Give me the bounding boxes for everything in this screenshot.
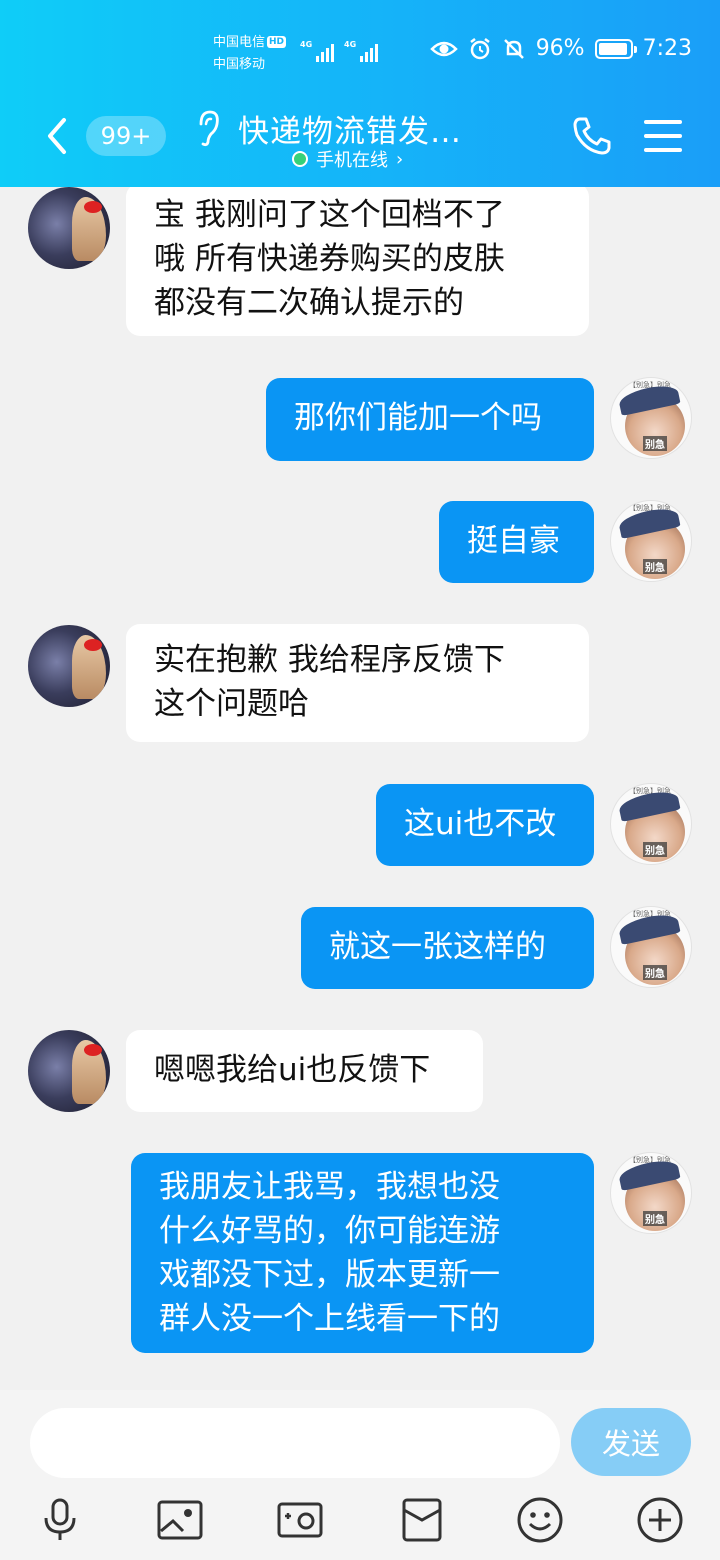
message-bubble[interactable]: 就这一张这样的 — [301, 907, 594, 989]
red-packet-icon[interactable] — [397, 1495, 447, 1545]
message-bubble[interactable]: 实在抱歉 我给程序反馈下 这个问题哈 — [126, 624, 589, 742]
chat-title[interactable]: 快递物流错发… — [238, 106, 462, 151]
avatar-stamp: 别急 — [643, 965, 667, 980]
emoji-icon[interactable] — [515, 1495, 565, 1545]
message-line: 实在抱歉 我给程序反馈下 — [154, 642, 505, 678]
my-avatar[interactable]: 【别急】别急 别急 — [610, 1152, 692, 1234]
my-avatar[interactable]: 【别急】别急 别急 — [610, 906, 692, 988]
chat-header: 中国电信HD 中国移动 4G 4G 96% 7:23 99+ 快递物流错发… — [0, 0, 720, 187]
battery-percent: 96% — [535, 36, 585, 61]
message-bubble[interactable]: 那你们能加一个吗 — [266, 378, 594, 461]
message-input[interactable] — [30, 1408, 560, 1478]
phone-call-icon[interactable] — [570, 114, 614, 158]
signal-indicators: 4G 4G — [300, 40, 378, 62]
message-bubble[interactable]: 嗯嗯我给ui也反馈下 — [126, 1030, 483, 1112]
presence-status[interactable]: 手机在线 › — [292, 146, 403, 172]
message-bubble[interactable]: 这ui也不改 — [376, 784, 594, 866]
message-line: 就这一张这样的 — [329, 929, 546, 965]
contact-avatar[interactable] — [28, 187, 110, 269]
back-arrow-icon[interactable] — [40, 114, 74, 158]
message-bubble[interactable]: 宝 我刚问了这个回档不了 哦 所有快递券购买的皮肤 都没有二次确认提示的 — [126, 187, 589, 336]
online-dot-icon — [292, 151, 308, 167]
input-bar: 发送 — [0, 1390, 720, 1560]
battery-icon — [594, 38, 637, 59]
signal-icon: 4G — [344, 40, 378, 62]
image-icon[interactable] — [155, 1495, 205, 1545]
plus-icon[interactable] — [635, 1495, 685, 1545]
message-line: 嗯嗯我给ui也反馈下 — [154, 1052, 431, 1088]
message-list[interactable]: 宝 我刚问了这个回档不了 哦 所有快递券购买的皮肤 都没有二次确认提示的 那你们… — [0, 187, 720, 1390]
message-line: 什么好骂的，你可能连游 — [159, 1213, 500, 1249]
menu-icon[interactable] — [644, 120, 682, 152]
hd-badge: HD — [267, 36, 287, 48]
alarm-icon — [469, 37, 490, 59]
message-line: 戏都没下过，版本更新一 — [159, 1257, 500, 1293]
clock: 7:23 — [642, 36, 692, 61]
message-line: 宝 我刚问了这个回档不了 — [154, 197, 505, 233]
contact-avatar[interactable] — [28, 1030, 110, 1112]
chevron-right-icon: › — [396, 148, 404, 170]
presence-label: 手机在线 — [316, 150, 388, 171]
toolbar — [0, 1495, 720, 1545]
camera-icon[interactable] — [275, 1495, 325, 1545]
microphone-icon[interactable] — [35, 1495, 85, 1545]
send-button[interactable]: 发送 — [571, 1408, 691, 1476]
contact-avatar[interactable] — [28, 625, 110, 707]
my-avatar[interactable]: 【别急】别急 别急 — [610, 377, 692, 459]
signal-icon: 4G — [300, 40, 334, 62]
nav-bar: 99+ 快递物流错发… 手机在线 › — [0, 100, 720, 180]
message-bubble[interactable]: 我朋友让我骂，我想也没 什么好骂的，你可能连游 戏都没下过，版本更新一 群人没一… — [131, 1153, 594, 1353]
status-bar: 中国电信 HD 中国移动 4G 4G 96% 7:23 — [0, 0, 720, 88]
my-avatar[interactable]: 【别急】别急 别急 — [610, 783, 692, 865]
message-line: 这ui也不改 — [404, 806, 557, 842]
message-line: 都没有二次确认提示的 — [154, 285, 464, 321]
message-line: 那你们能加一个吗 — [294, 400, 542, 436]
status-right: 96% 7:23 — [429, 36, 692, 61]
message-line: 我朋友让我骂，我想也没 — [159, 1169, 500, 1205]
unread-count-badge[interactable]: 99+ — [86, 116, 166, 156]
avatar-stamp: 别急 — [643, 436, 667, 451]
carrier-info: 中国电信 HD 中国移动 — [213, 32, 287, 76]
message-bubble[interactable]: 挺自豪 — [439, 501, 594, 583]
message-line: 群人没一个上线看一下的 — [159, 1301, 500, 1337]
message-line: 哦 所有快递券购买的皮肤 — [154, 241, 505, 277]
mute-bell-icon — [503, 38, 524, 59]
avatar-stamp: 别急 — [643, 1211, 667, 1226]
message-line: 挺自豪 — [467, 523, 560, 559]
carrier-2: 中国移动 — [213, 57, 266, 72]
my-avatar[interactable]: 【别急】别急 别急 — [610, 500, 692, 582]
eye-icon — [429, 41, 458, 56]
ear-icon[interactable] — [195, 108, 221, 148]
avatar-stamp: 别急 — [643, 842, 667, 857]
message-line: 这个问题哈 — [154, 686, 309, 722]
battery-fill — [598, 42, 628, 55]
carrier-1: 中国电信 — [213, 35, 266, 50]
avatar-stamp: 别急 — [643, 559, 667, 574]
